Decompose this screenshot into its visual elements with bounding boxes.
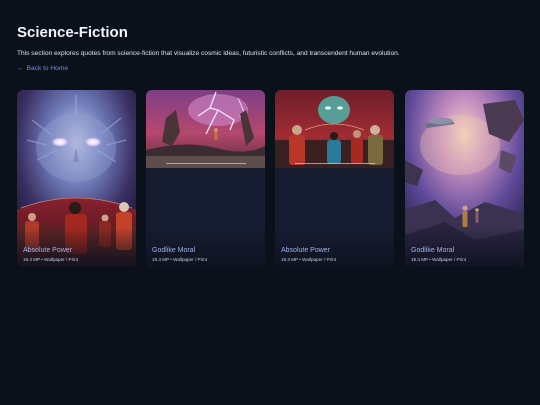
wallpaper-card-4[interactable]: Godlike Moral 19.3 MP • Wallpaper / Prin… (405, 90, 524, 267)
lightning-planet-image (146, 90, 265, 168)
wallpaper-card-1[interactable]: Absolute Power 19.3 MP • Wallpaper / Pri… (17, 90, 136, 267)
card-meta: 19.3 MP • Wallpaper / Print (411, 257, 466, 262)
card-meta: 19.3 MP • Wallpaper / Print (23, 257, 78, 262)
wallpaper-card-3[interactable]: Absolute Power 19.3 MP • Wallpaper / Pri… (275, 90, 394, 267)
card-title: Godlike Moral (152, 247, 196, 254)
card-title: Absolute Power (281, 247, 331, 254)
back-arrow-icon: ← (17, 65, 24, 72)
page-title: Science-Fiction (17, 24, 128, 41)
alien-bridge-image (275, 90, 394, 168)
card-meta: 19.3 MP • Wallpaper / Print (281, 257, 336, 262)
card-title: Absolute Power (23, 247, 73, 254)
wallpaper-card-2[interactable]: Godlike Moral 19.3 MP • Wallpaper / Prin… (146, 90, 265, 267)
section-description: This section explores quotes from scienc… (17, 50, 400, 57)
card-title: Godlike Moral (411, 247, 455, 254)
wallpaper-grid: Absolute Power 19.3 MP • Wallpaper / Pri… (17, 90, 524, 267)
card-meta: 19.3 MP • Wallpaper / Print (152, 257, 207, 262)
back-link-label: Back to Home (26, 65, 69, 72)
back-to-home-link[interactable]: ← Back to Home (17, 65, 68, 72)
